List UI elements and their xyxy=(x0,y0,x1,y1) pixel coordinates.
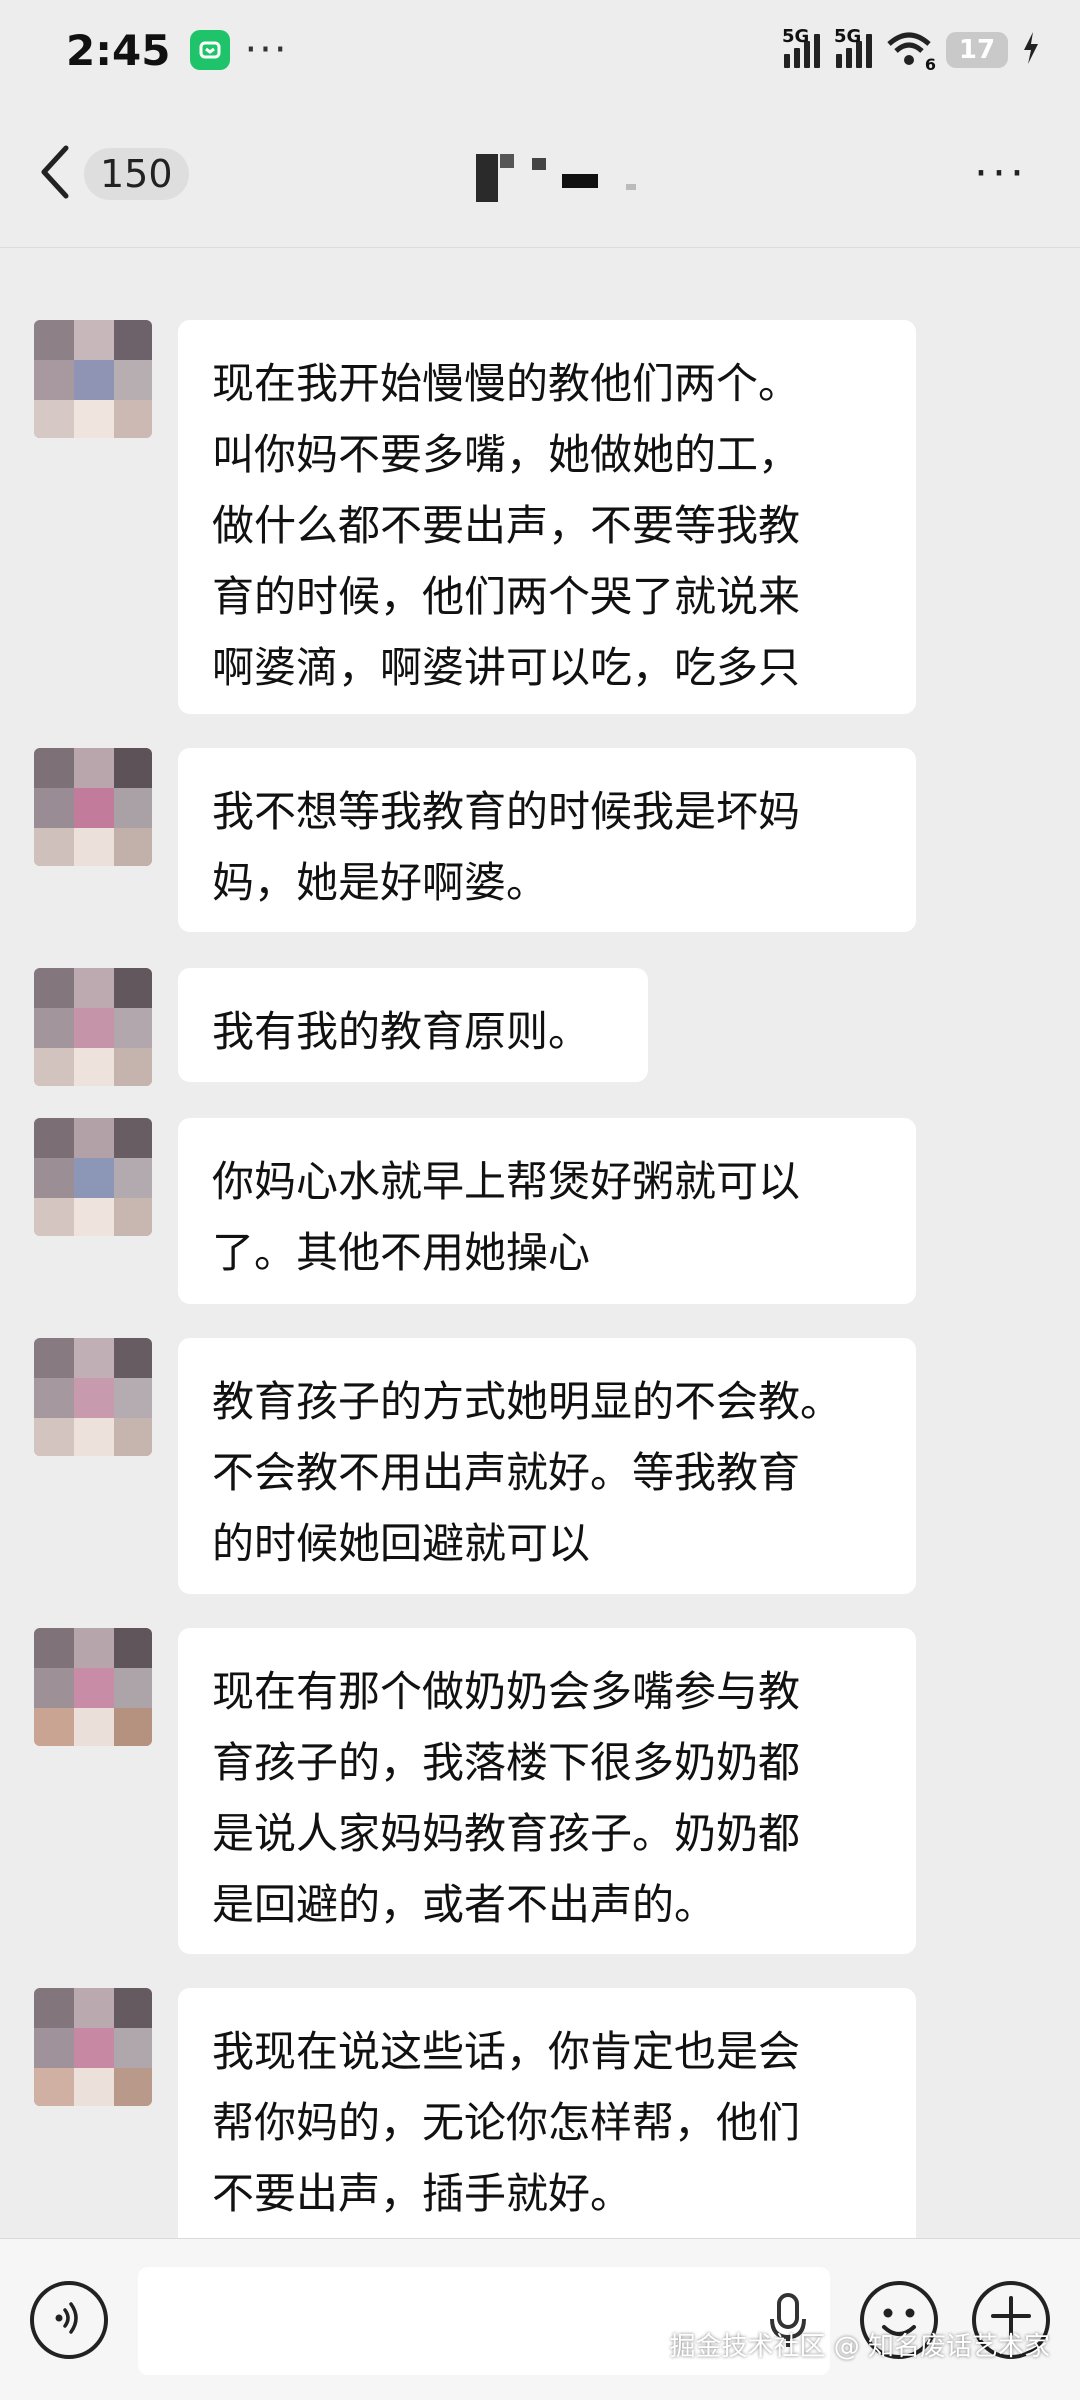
message-line: 不会教不用出声就好。等我教育 xyxy=(212,1448,801,1497)
message-line: 我现在说这些话，你肯定也是会 xyxy=(212,2027,801,2076)
message-line: 教育孩子的方式她明显的不会教。 xyxy=(212,1377,843,1426)
message-bubble[interactable]: 我不想等我教育的时候我是坏妈 妈，她是好啊婆。 xyxy=(178,748,916,932)
unread-count-badge: 150 xyxy=(84,148,189,200)
message-line: 我不想等我教育的时候我是坏妈 xyxy=(212,787,801,836)
message-line: 你妈心水就早上帮煲好粥就可以 xyxy=(212,1157,801,1206)
chat-message-list[interactable]: 现在我开始慢慢的教他们两个。 叫你妈不要多嘴，她做她的工， 做什么都不要出声，不… xyxy=(0,248,1080,2238)
message-line: 现在有那个做奶奶会多嘴参与教 xyxy=(212,1667,801,1716)
app-notification-icon xyxy=(190,30,231,70)
avatar[interactable] xyxy=(34,1988,152,2106)
avatar[interactable] xyxy=(34,748,152,866)
chevron-left-icon xyxy=(38,144,72,204)
signal-icon: 5G xyxy=(782,26,820,68)
message-line: 了。其他不用她操心 xyxy=(212,1228,591,1277)
avatar[interactable] xyxy=(34,1338,152,1456)
battery-indicator: 17 xyxy=(946,32,1008,68)
status-time: 2:45 xyxy=(66,25,171,75)
signal-icon: 5G xyxy=(834,26,872,68)
message-bubble[interactable]: 你妈心水就早上帮煲好粥就可以 了。其他不用她操心 xyxy=(178,1118,916,1304)
watermark: 掘金技术社区 @ 知名废话艺术家 xyxy=(669,2332,1050,2362)
message-line: 叫你妈不要多嘴，她做她的工， xyxy=(212,430,801,479)
voice-input-toggle[interactable] xyxy=(30,2281,108,2359)
message-line: 不要出声，插手就好。 xyxy=(212,2169,633,2218)
voice-wave-icon xyxy=(49,2298,89,2342)
message-bubble[interactable]: 现在我开始慢慢的教他们两个。 叫你妈不要多嘴，她做她的工， 做什么都不要出声，不… xyxy=(178,320,916,714)
avatar[interactable] xyxy=(34,320,152,438)
signal-label: 5G xyxy=(834,26,862,47)
message-line: 做什么都不要出声，不要等我教 xyxy=(212,501,801,550)
avatar[interactable] xyxy=(34,1118,152,1236)
status-more-dots: ··· xyxy=(244,27,289,73)
message-line: 是说人家妈妈教育孩子。奶奶都 xyxy=(212,1809,801,1858)
signal-label: 5G xyxy=(782,26,810,47)
message-bubble[interactable]: 我有我的教育原则。 xyxy=(178,968,648,1082)
status-bar: 2:45 ··· 5G 5G 6 17 xyxy=(0,0,1080,100)
message-line: 育的时候，他们两个哭了就说来 xyxy=(212,572,801,621)
message-bubble[interactable]: 我现在说这些话，你肯定也是会 帮你妈的，无论你怎样帮，他们 不要出声，插手就好。 xyxy=(178,1988,916,2238)
wifi-icon: 6 xyxy=(886,32,936,74)
message-line: 我有我的教育原则。 xyxy=(212,1007,591,1056)
message-line: 啊婆滴，啊婆讲可以吃，吃多只 xyxy=(212,643,801,692)
more-options-button[interactable]: ··· xyxy=(974,152,1028,196)
contact-name-redacted xyxy=(440,150,660,206)
message-line: 是回避的，或者不出声的。 xyxy=(212,1880,717,1929)
charging-icon xyxy=(1022,31,1040,69)
avatar[interactable] xyxy=(34,1628,152,1746)
back-button[interactable]: 150 xyxy=(38,144,189,204)
message-line: 育孩子的，我落楼下很多奶奶都 xyxy=(212,1738,801,1787)
wifi-label: 6 xyxy=(924,55,936,74)
message-line: 妈，她是好啊婆。 xyxy=(212,858,549,907)
input-toolbar xyxy=(0,2238,1080,2400)
message-bubble[interactable]: 现在有那个做奶奶会多嘴参与教 育孩子的，我落楼下很多奶奶都 是说人家妈妈教育孩子… xyxy=(178,1628,916,1954)
message-bubble[interactable]: 教育孩子的方式她明显的不会教。 不会教不用出声就好。等我教育 的时候她回避就可以 xyxy=(178,1338,916,1594)
message-line: 的时候她回避就可以 xyxy=(212,1519,591,1568)
message-line: 帮你妈的，无论你怎样帮，他们 xyxy=(212,2098,801,2147)
message-line: 现在我开始慢慢的教他们两个。 xyxy=(212,359,801,408)
avatar[interactable] xyxy=(34,968,152,1086)
chat-header: 150 ··· xyxy=(0,100,1080,248)
